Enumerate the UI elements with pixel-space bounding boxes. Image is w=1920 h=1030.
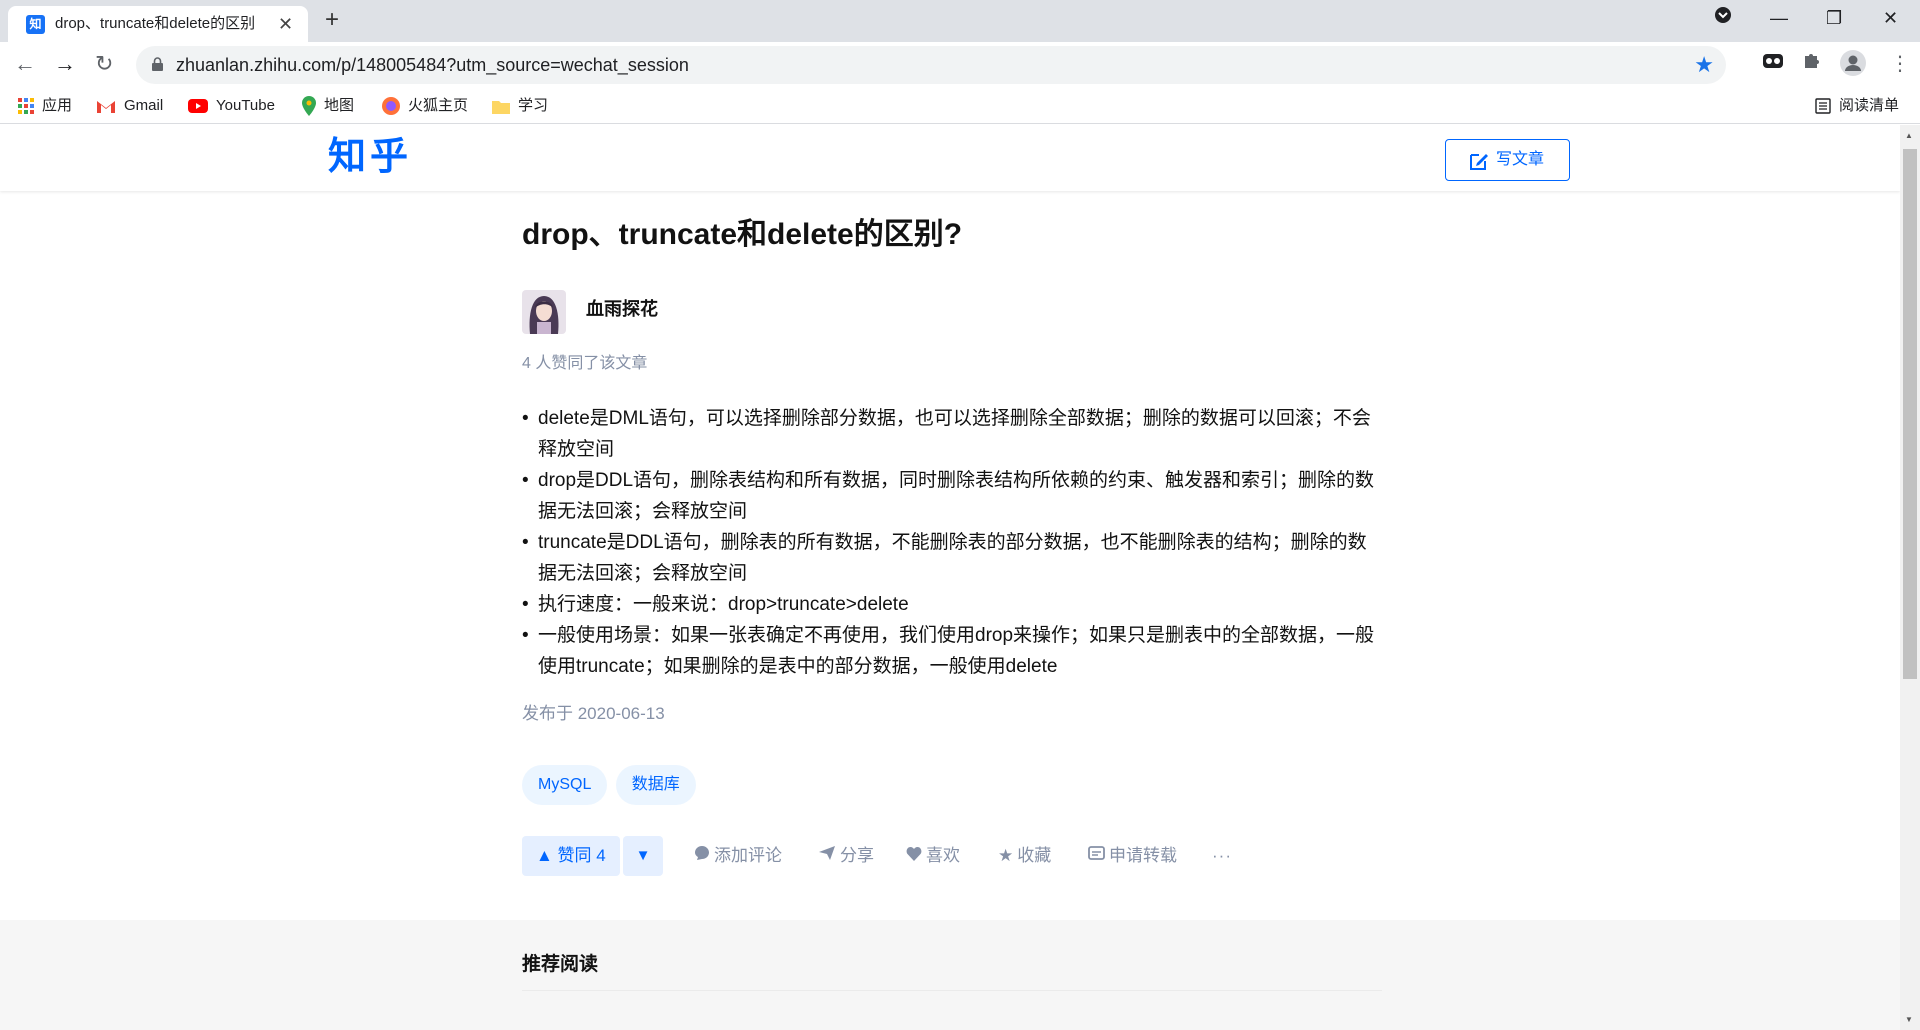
profile-avatar-icon[interactable] <box>1840 50 1866 84</box>
author-name[interactable]: 血雨探花 <box>586 297 658 321</box>
maps-pin-icon <box>302 96 316 117</box>
bookmark-folder-study[interactable]: 学习 <box>492 94 548 118</box>
bookmarks-bar: 应用 Gmail YouTube 地图 火狐主页 学习 阅读清单 <box>0 88 1920 124</box>
write-article-button[interactable]: 写文章 <box>1445 139 1570 181</box>
page-viewport: 知乎 写文章 drop、truncate和delete的区别? 血雨探花 4 人… <box>0 125 1920 1030</box>
list-item: delete是DML语句，可以选择删除部分数据，也可以选择删除全部数据；删除的数… <box>522 403 1382 465</box>
browser-tab[interactable]: 知 drop、truncate和delete的区别 ✕ <box>8 6 308 42</box>
zhihu-logo[interactable]: 知乎 <box>328 134 412 178</box>
page-scrollbar[interactable]: ▲ ▼ <box>1900 125 1920 1030</box>
list-item: truncate是DDL语句，删除表的所有数据，不能删除表的部分数据，也不能删除… <box>522 527 1382 589</box>
divider <box>522 990 1382 991</box>
bookmark-star-icon[interactable]: ★ <box>1694 52 1714 78</box>
like-button[interactable]: 喜欢 <box>906 836 960 876</box>
recommended-reading: 推荐阅读 <box>0 920 1900 1030</box>
paper-plane-icon <box>818 836 836 876</box>
folder-icon <box>492 100 510 114</box>
tab-strip: 知 drop、truncate和delete的区别 ✕ + — ❐ ✕ <box>0 0 1920 42</box>
comment-bubble-icon <box>694 836 710 876</box>
zhihu-favicon-icon: 知 <box>26 15 45 34</box>
apps-grid-icon <box>18 98 34 115</box>
publish-date: 发布于 2020-06-13 <box>522 704 665 723</box>
new-tab-button[interactable]: + <box>325 8 339 32</box>
author-avatar[interactable] <box>522 290 566 334</box>
tag-mysql[interactable]: MySQL <box>522 765 608 805</box>
address-bar[interactable]: zhuanlan.zhihu.com/p/148005484?utm_sourc… <box>136 46 1726 84</box>
action-bar: ▲ 赞同 4 ▼ 添加评论 分享 喜欢 ★ 收藏 申请转载 ··· <box>522 836 1382 876</box>
share-button[interactable]: 分享 <box>818 836 874 876</box>
extension-icon[interactable] <box>1762 50 1784 80</box>
star-icon: ★ <box>998 846 1014 865</box>
browser-toolbar: ← → ↻ zhuanlan.zhihu.com/p/148005484?utm… <box>0 42 1920 88</box>
add-comment-button[interactable]: 添加评论 <box>694 836 782 876</box>
collect-button[interactable]: ★ 收藏 <box>998 836 1051 876</box>
forward-icon[interactable]: → <box>54 50 76 78</box>
site-header: 知乎 写文章 <box>0 125 1900 191</box>
edit-pen-icon <box>1470 154 1488 170</box>
bookmark-apps[interactable]: 应用 <box>18 94 72 118</box>
gmail-icon <box>97 100 115 113</box>
scroll-up-arrow-icon[interactable]: ▲ <box>1905 131 1913 140</box>
bookmark-youtube[interactable]: YouTube <box>188 94 275 118</box>
reload-icon[interactable]: ↻ <box>95 50 113 78</box>
reading-list-icon <box>1815 98 1831 114</box>
browser-menu-icon[interactable]: ⋮ <box>1890 50 1910 78</box>
article-title: drop、truncate和delete的区别? <box>522 218 963 251</box>
recommend-title: 推荐阅读 <box>522 954 599 975</box>
scrollbar-thumb[interactable] <box>1903 149 1917 679</box>
restore-window-icon[interactable]: ❐ <box>1826 6 1842 30</box>
list-item: 执行速度：一般来说：drop>truncate>delete <box>522 589 1382 620</box>
url-text: zhuanlan.zhihu.com/p/148005484?utm_sourc… <box>176 55 689 75</box>
article-body: delete是DML语句，可以选择删除部分数据，也可以选择删除全部数据；删除的数… <box>522 403 1382 682</box>
bookmark-gmail[interactable]: Gmail <box>96 94 163 118</box>
bookmark-maps[interactable]: 地图 <box>302 94 354 118</box>
tab-search-icon[interactable] <box>1714 6 1732 30</box>
tab-title: drop、truncate和delete的区别 <box>55 15 256 32</box>
back-icon[interactable]: ← <box>14 50 36 78</box>
reading-list[interactable]: 阅读清单 <box>1815 94 1899 118</box>
vote-down-button[interactable]: ▼ <box>623 836 663 876</box>
request-repost-button[interactable]: 申请转载 <box>1088 836 1177 876</box>
scroll-down-arrow-icon[interactable]: ▼ <box>1905 1015 1913 1024</box>
close-window-icon[interactable]: ✕ <box>1883 6 1898 30</box>
lock-icon <box>152 57 163 71</box>
youtube-icon <box>188 99 208 114</box>
minimize-icon[interactable]: — <box>1770 6 1788 30</box>
firefox-icon <box>382 97 400 116</box>
list-item: drop是DDL语句，删除表结构和所有数据，同时删除表结构所依赖的约束、触发器和… <box>522 465 1382 527</box>
repost-icon <box>1088 836 1105 876</box>
vote-up-button[interactable]: ▲ 赞同 4 <box>522 836 620 876</box>
list-item: 一般使用场景：如果一张表确定不再使用，我们使用drop来操作；如果只是删表中的全… <box>522 620 1382 682</box>
more-options-icon[interactable]: ··· <box>1212 836 1232 876</box>
puzzle-extensions-icon[interactable] <box>1802 50 1822 78</box>
tag-database[interactable]: 数据库 <box>615 765 696 805</box>
likes-note: 4 人赞同了该文章 <box>522 355 648 372</box>
close-tab-icon[interactable]: ✕ <box>278 14 293 34</box>
topic-tags: MySQL 数据库 <box>522 765 700 805</box>
bookmark-firefox[interactable]: 火狐主页 <box>382 94 468 118</box>
heart-icon <box>906 836 922 876</box>
